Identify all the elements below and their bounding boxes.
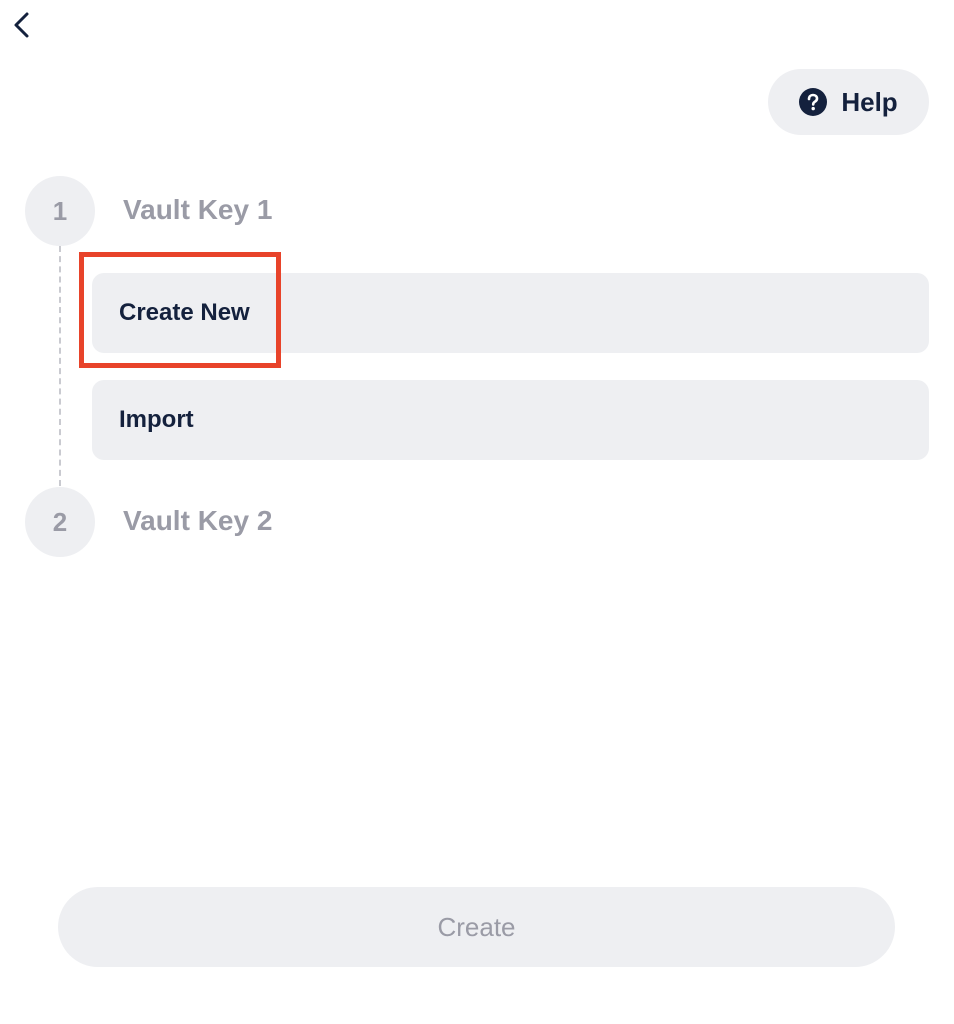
step-1-title: Vault Key 1	[123, 194, 273, 225]
step-2-number: 2	[25, 487, 95, 557]
help-button[interactable]: Help	[768, 69, 929, 135]
help-label: Help	[841, 86, 898, 117]
create-button[interactable]: Create	[58, 887, 895, 967]
step-2-title: Vault Key 2	[123, 505, 273, 536]
import-option[interactable]: Import	[92, 380, 929, 460]
question-circle-icon	[799, 88, 828, 116]
create-new-option[interactable]: Create New	[92, 273, 929, 353]
vault-setup-screen: Help 1 Vault Key 1 Create New Import 2 V…	[0, 0, 954, 1024]
back-button[interactable]	[4, 8, 38, 42]
step-connector	[59, 246, 61, 486]
step-1-number: 1	[25, 176, 95, 246]
chevron-left-icon	[10, 10, 32, 40]
